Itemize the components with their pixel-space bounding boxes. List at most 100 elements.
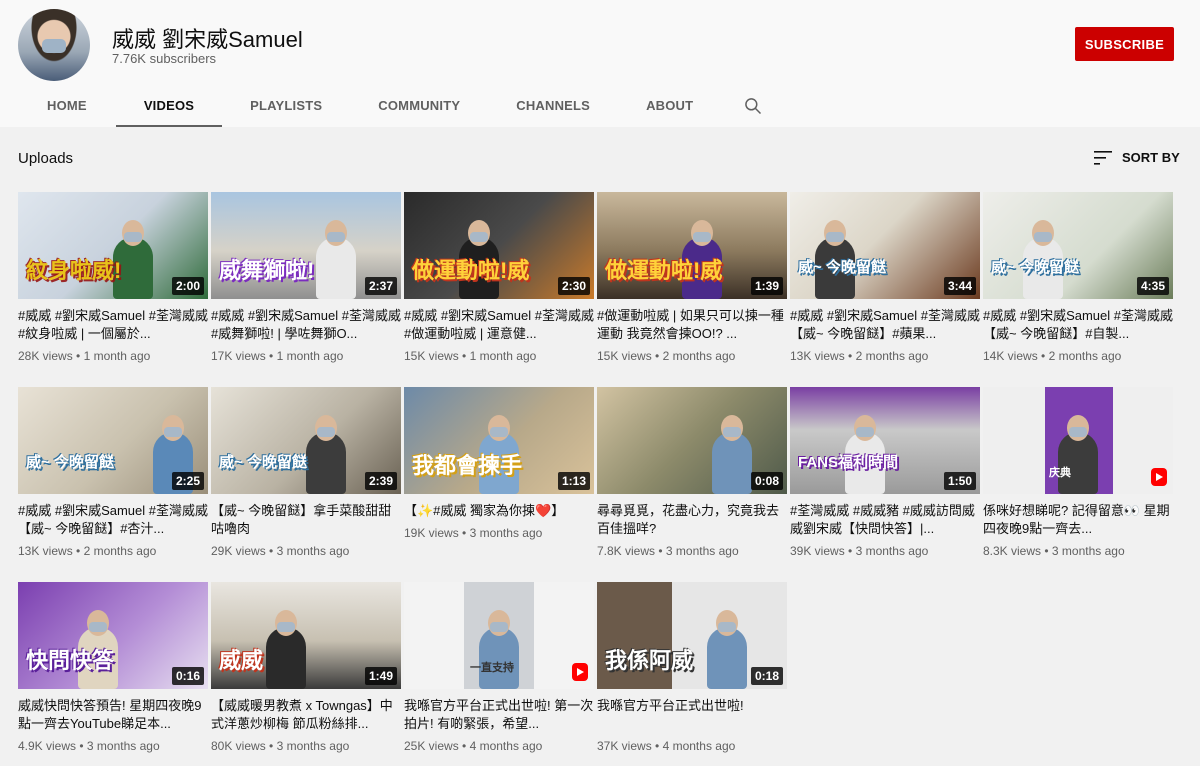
meta-separator: • xyxy=(72,544,84,558)
thumbnail-person xyxy=(316,237,356,299)
meta-separator: • xyxy=(72,349,84,363)
video-age: 2 months ago xyxy=(855,349,929,363)
video-thumbnail[interactable]: 紋身啦威! 2:00 xyxy=(18,192,208,299)
video-card[interactable]: 一直支持 我喺官方平台正式出世啦! 第一次拍片! 有啲緊張，希望... 25K vi… xyxy=(404,582,594,753)
video-card[interactable]: 威威 1:49 【威威暖男教煮 x Towngas】中式洋蔥炒柳梅 節瓜粉絲排...… xyxy=(211,582,401,753)
thumbnail-person xyxy=(306,432,346,494)
tab-about[interactable]: ABOUT xyxy=(618,84,721,127)
video-duration: 1:39 xyxy=(750,277,783,295)
video-thumbnail[interactable]: 威~ 今晚留餸 3:44 xyxy=(790,192,980,299)
video-title[interactable]: #荃灣威威 #威威豬 #威威訪問威威劉宋威【快問快答】|... xyxy=(790,502,980,538)
video-age: 3 months ago xyxy=(855,544,929,558)
video-thumbnail[interactable]: FANS福利時間 1:50 xyxy=(790,387,980,494)
video-card[interactable]: 威~ 今晚留餸 3:44 #威威 #劉宋威Samuel #荃灣威威【威~ 今晚留餸】… xyxy=(790,192,980,363)
video-views: 17K views xyxy=(211,349,266,363)
thumbnail-overlay-text: 快問快答 xyxy=(26,648,115,673)
video-title[interactable]: #威威 #劉宋威Samuel #荃灣威威【威~ 今晚留餸】#杏汁... xyxy=(18,502,208,538)
video-thumbnail[interactable]: 威威 1:49 xyxy=(211,582,401,689)
tab-playlists[interactable]: PLAYLISTS xyxy=(222,84,350,127)
video-meta: 17K views • 1 month ago xyxy=(211,349,401,363)
video-thumbnail[interactable]: 威~ 今晚留餸 4:35 xyxy=(983,192,1173,299)
video-thumbnail[interactable]: 做運動啦!威 2:30 xyxy=(404,192,594,299)
video-card[interactable]: 威~ 今晚留餸 2:25 #威威 #劉宋威Samuel #荃灣威威【威~ 今晚留餸】… xyxy=(18,387,208,558)
meta-separator: • xyxy=(265,739,277,753)
uploads-heading: Uploads xyxy=(18,150,74,167)
video-views: 19K views xyxy=(404,526,459,540)
video-card[interactable]: 我係阿威 0:18 我喺官方平台正式出世啦! 37K views • 4 months… xyxy=(597,582,787,753)
video-title[interactable]: 我喺官方平台正式出世啦! xyxy=(597,697,787,733)
meta-separator: • xyxy=(1037,349,1049,363)
video-age: 3 months ago xyxy=(1051,544,1125,558)
video-title[interactable]: #威威 #劉宋威Samuel #荃灣威威 #紋身啦威 | 一個屬於... xyxy=(18,307,208,343)
video-duration: 4:35 xyxy=(1136,277,1169,295)
subscribe-button[interactable]: SUBSCRIBE xyxy=(1075,27,1174,61)
video-age: 4 months ago xyxy=(469,739,543,753)
video-thumbnail[interactable]: 0:08 xyxy=(597,387,787,494)
video-title[interactable]: #威威 #劉宋威Samuel #荃灣威威 #威舞獅啦! | 學咗舞獅O... xyxy=(211,307,401,343)
video-age: 2 months ago xyxy=(83,544,157,558)
video-card[interactable]: 庆典係咪好想睇呢? 記得留意👀 星期四夜晚9點一齊去... 8.3K views … xyxy=(983,387,1173,558)
video-card[interactable]: 威~ 今晚留餸 2:39 【威~ 今晚留餸】拿手菜酸甜甜咕嚕肉 29K views •… xyxy=(211,387,401,558)
video-duration: 1:13 xyxy=(557,472,590,490)
video-meta: 19K views • 3 months ago xyxy=(404,526,594,540)
video-thumbnail[interactable]: 威~ 今晚留餸 2:39 xyxy=(211,387,401,494)
meta-separator: • xyxy=(844,544,856,558)
video-duration: 1:49 xyxy=(364,667,397,685)
video-title[interactable]: 【威威暖男教煮 x Towngas】中式洋蔥炒柳梅 節瓜粉絲排... xyxy=(211,697,401,733)
meta-separator: • xyxy=(651,349,663,363)
video-age: 3 months ago xyxy=(276,739,350,753)
video-title[interactable]: 尋尋覓覓，花盡心力，究竟我去百佳搵咩? xyxy=(597,502,787,538)
video-thumbnail[interactable]: 快問快答 0:16 xyxy=(18,582,208,689)
meta-separator: • xyxy=(458,526,470,540)
video-thumbnail[interactable]: 威舞獅啦! 2:37 xyxy=(211,192,401,299)
video-title[interactable]: #威威 #劉宋威Samuel #荃灣威威 #做運動啦威 | 運意健... xyxy=(404,307,594,343)
video-title[interactable]: 係咪好想睇呢? 記得留意👀 星期四夜晚9點一齊去... xyxy=(983,502,1173,538)
video-title[interactable]: 我喺官方平台正式出世啦! 第一次拍片! 有啲緊張，希望... xyxy=(404,697,594,733)
video-meta: 8.3K views • 3 months ago xyxy=(983,544,1173,558)
thumbnail-mask xyxy=(490,622,508,632)
video-thumbnail[interactable]: 庆典 xyxy=(983,387,1173,494)
tab-videos[interactable]: VIDEOS xyxy=(115,84,223,127)
video-meta: 39K views • 3 months ago xyxy=(790,544,980,558)
video-views: 8.3K views xyxy=(983,544,1042,558)
video-card[interactable]: 做運動啦!威 1:39 #做運動啦威 | 如果只可以揀一種運動 我竟然會揀OO!? … xyxy=(597,192,787,363)
video-duration: 0:08 xyxy=(750,472,783,490)
meta-separator: • xyxy=(651,739,663,753)
video-thumbnail[interactable]: 一直支持 xyxy=(404,582,594,689)
channel-search-icon[interactable] xyxy=(721,84,785,127)
video-title[interactable]: 【威~ 今晚留餸】拿手菜酸甜甜咕嚕肉 xyxy=(211,502,401,538)
video-views: 37K views xyxy=(597,739,652,753)
tab-community[interactable]: COMMUNITY xyxy=(350,84,488,127)
video-card[interactable]: 0:08 尋尋覓覓，花盡心力，究竟我去百佳搵咩? 7.8K views • 3 mo… xyxy=(597,387,787,558)
video-thumbnail[interactable]: 威~ 今晚留餸 2:25 xyxy=(18,387,208,494)
video-thumbnail[interactable]: 我係阿威 0:18 xyxy=(597,582,787,689)
video-card[interactable]: 威~ 今晚留餸 4:35 #威威 #劉宋威Samuel #荃灣威威【威~ 今晚留餸】… xyxy=(983,192,1173,363)
video-title[interactable]: 【✨#威威 獨家為你揀❤️】 xyxy=(404,502,594,520)
video-meta: 14K views • 2 months ago xyxy=(983,349,1173,363)
video-card[interactable]: 快問快答 0:16 威威快問快答預告! 星期四夜晚9點一齊去YouTube睇足本..… xyxy=(18,582,208,753)
video-title[interactable]: #威威 #劉宋威Samuel #荃灣威威【威~ 今晚留餸】#蘋果... xyxy=(790,307,980,343)
video-title[interactable]: 威威快問快答預告! 星期四夜晚9點一齊去YouTube睇足本... xyxy=(18,697,208,733)
video-card[interactable]: 我都會揀手 1:13 【✨#威威 獨家為你揀❤️】 19K views • 3 mon… xyxy=(404,387,594,540)
video-card[interactable]: 做運動啦!威 2:30 #威威 #劉宋威Samuel #荃灣威威 #做運動啦威 | … xyxy=(404,192,594,363)
thumbnail-person xyxy=(1058,432,1098,494)
video-thumbnail[interactable]: 做運動啦!威 1:39 xyxy=(597,192,787,299)
video-card[interactable]: 威舞獅啦! 2:37 #威威 #劉宋威Samuel #荃灣威威 #威舞獅啦! | 學… xyxy=(211,192,401,363)
thumbnail-overlay-text: 威威 xyxy=(219,648,264,673)
video-meta: 4.9K views • 3 months ago xyxy=(18,739,208,753)
sort-by-button[interactable]: SORT BY xyxy=(1094,150,1180,165)
video-thumbnail[interactable]: 我都會揀手 1:13 xyxy=(404,387,594,494)
video-title[interactable]: #威威 #劉宋威Samuel #荃灣威威【威~ 今晚留餸】#自製... xyxy=(983,307,1173,343)
video-card[interactable]: FANS福利時間 1:50 #荃灣威威 #威威豬 #威威訪問威威劉宋威【快問快答】|… xyxy=(790,387,980,558)
video-duration: 2:37 xyxy=(364,277,397,295)
tab-channels[interactable]: CHANNELS xyxy=(488,84,618,127)
video-title[interactable]: #做運動啦威 | 如果只可以揀一種運動 我竟然會揀OO!? ... xyxy=(597,307,787,343)
tab-home[interactable]: HOME xyxy=(18,84,116,127)
channel-avatar[interactable] xyxy=(18,9,90,81)
thumbnail-mask xyxy=(1034,232,1052,242)
video-duration: 0:16 xyxy=(171,667,204,685)
video-views: 4.9K views xyxy=(18,739,77,753)
thumbnail-overlay-text: 紋身啦威! xyxy=(26,258,122,283)
thumbnail-mask xyxy=(317,427,335,437)
video-card[interactable]: 紋身啦威! 2:00 #威威 #劉宋威Samuel #荃灣威威 #紋身啦威 | 一個… xyxy=(18,192,208,363)
